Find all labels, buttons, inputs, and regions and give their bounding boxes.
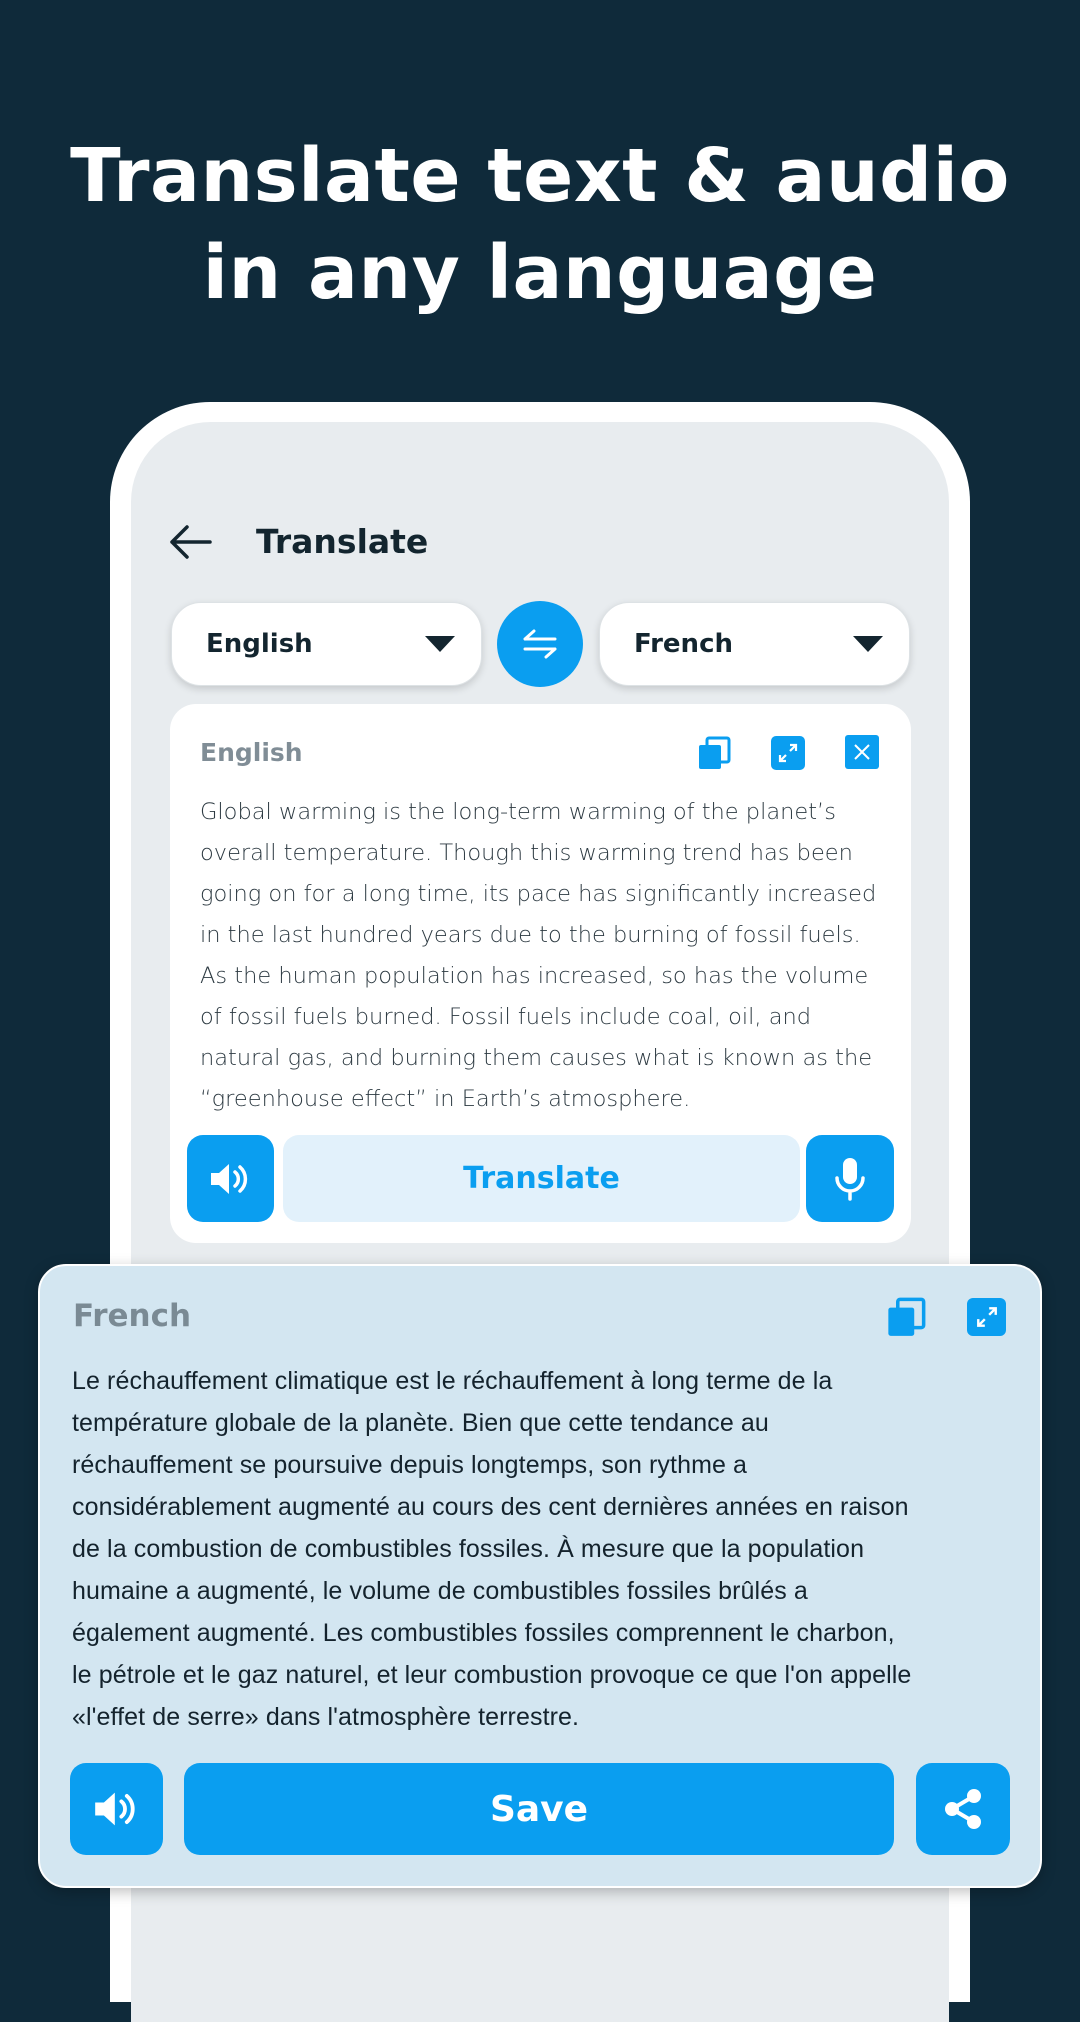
headline-line-1: Translate text & audio: [70, 133, 1010, 219]
text-line: le pétrole et le gaz naturel, et leur co…: [72, 1661, 912, 1689]
text-line: humaine a augmenté, le volume de combust…: [72, 1577, 808, 1605]
microphone-icon: [835, 1157, 865, 1201]
page-title: Translate: [256, 522, 429, 561]
target-language-label: French: [634, 629, 733, 659]
text-line: Le réchauffement climatique est le récha…: [72, 1367, 833, 1395]
microphone-button[interactable]: [806, 1135, 894, 1222]
copy-icon[interactable]: [697, 736, 731, 770]
text-line: natural gas, and burning them causes wha…: [200, 1045, 873, 1071]
text-line: overall temperature. Though this warming…: [200, 840, 853, 866]
arrow-left-icon[interactable]: [168, 524, 212, 560]
text-line: également augmenté. Les combustibles fos…: [72, 1619, 895, 1647]
text-line: de la combustion de combustibles fossile…: [72, 1535, 865, 1563]
translated-text[interactable]: Le réchauffement climatique est le récha…: [72, 1360, 1022, 1738]
speaker-icon: [210, 1163, 247, 1194]
source-language-dropdown[interactable]: English: [171, 602, 482, 686]
swap-languages-button[interactable]: [497, 601, 583, 687]
text-line: réchauffement se poursuive depuis longte…: [72, 1451, 748, 1479]
chevron-down-icon: [853, 636, 883, 652]
text-line: «l'effet de serre» dans l'atmosphère ter…: [72, 1703, 580, 1731]
text-line: going on for a long time, its pace has s…: [200, 881, 877, 907]
share-button[interactable]: [916, 1763, 1010, 1855]
text-line: considérablement augmenté au cours des c…: [72, 1493, 909, 1521]
chevron-down-icon: [425, 636, 455, 652]
share-icon: [945, 1789, 981, 1829]
headline: Translate text & audio in any language: [0, 128, 1080, 322]
speaker-icon: [94, 1792, 135, 1826]
headline-line-2: in any language: [202, 230, 878, 316]
text-line: in the last hundred years due to the bur…: [200, 922, 861, 948]
text-line: As the human population has increased, s…: [200, 963, 869, 989]
source-text[interactable]: Global warming is the long-term warming …: [200, 792, 900, 1120]
source-card-label: English: [200, 738, 303, 767]
swap-arrows-icon: [523, 629, 557, 659]
speak-source-button[interactable]: [187, 1135, 274, 1222]
text-line: Global warming is the long-term warming …: [200, 799, 836, 825]
text-line: “greenhouse effect” in Earth’s atmospher…: [200, 1086, 691, 1112]
target-language-dropdown[interactable]: French: [599, 602, 910, 686]
speak-translation-button[interactable]: [70, 1763, 163, 1855]
translation-card-label: French: [73, 1298, 192, 1334]
text-line: of fossil fuels burned. Fossil fuels inc…: [200, 1004, 812, 1030]
expand-icon[interactable]: [771, 736, 805, 770]
source-language-label: English: [206, 629, 313, 659]
expand-icon[interactable]: [967, 1298, 1006, 1336]
text-line: température globale de la planète. Bien …: [72, 1409, 769, 1437]
save-button[interactable]: Save: [184, 1763, 894, 1855]
translate-button[interactable]: Translate: [283, 1135, 800, 1222]
copy-icon[interactable]: [886, 1297, 926, 1337]
close-icon[interactable]: [845, 735, 879, 769]
